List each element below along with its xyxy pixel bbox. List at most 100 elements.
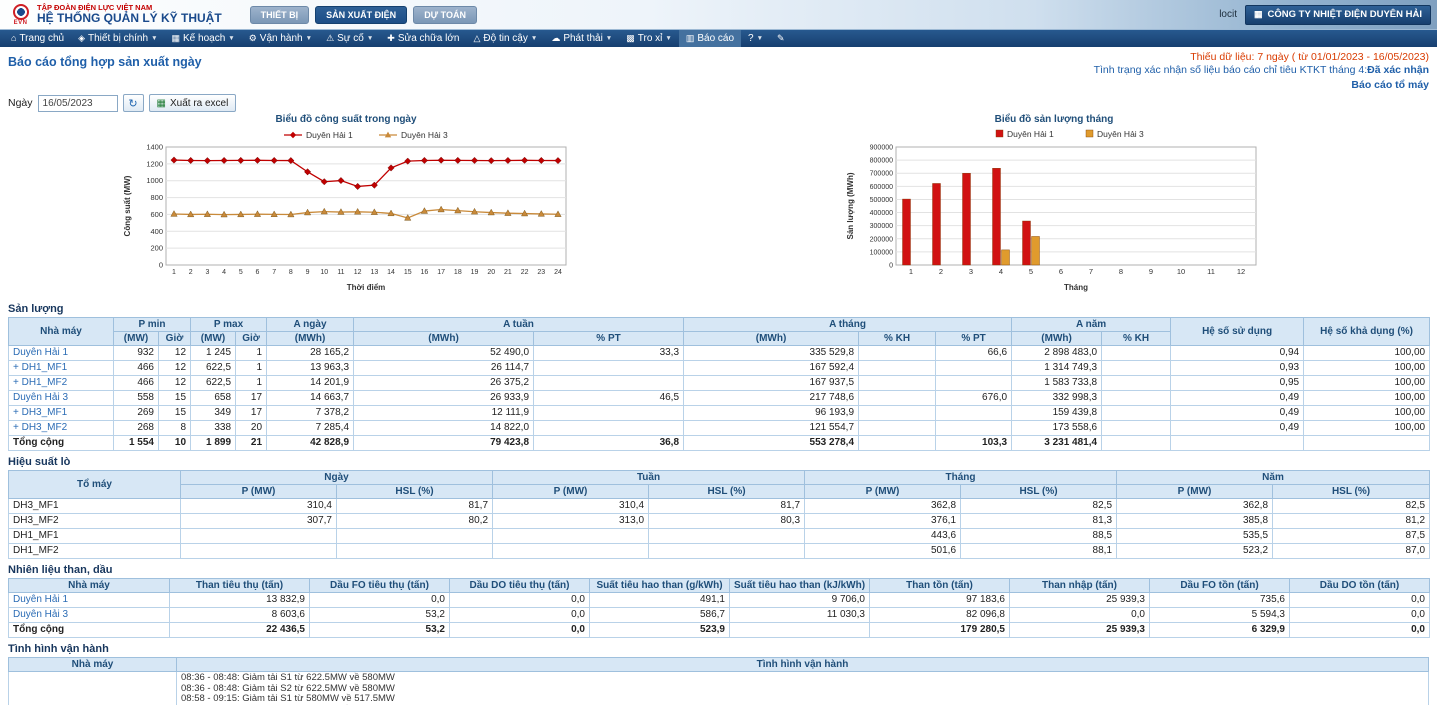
table-cell: 87,0	[1273, 544, 1430, 559]
col-subheader: P (MW)	[805, 485, 961, 499]
nav-item-b-o-c-o[interactable]: ▥Báo cáo	[679, 30, 741, 47]
nav-item--[interactable]: ?▼	[741, 30, 770, 47]
table-cell: 7 378,2	[267, 406, 354, 421]
table-cell: 0,0	[1010, 608, 1150, 623]
nav-item-ph-t-th-i[interactable]: ☁Phát thải▼	[544, 30, 619, 47]
company-button[interactable]: ▦ CÔNG TY NHIỆT ĐIỆN DUYÊN HẢI	[1245, 5, 1431, 25]
nav-item--tin-c-y[interactable]: △Độ tin cậy▼	[466, 30, 544, 47]
table-cell: 81,7	[337, 499, 493, 514]
refresh-button[interactable]: ↻	[123, 94, 144, 112]
nav-item-v-n-h-nh[interactable]: ⚙Vận hành▼	[242, 30, 319, 47]
table-row: DH1_MF2501,688,1523,287,0	[9, 544, 1430, 559]
chevron-down-icon: ▼	[531, 35, 537, 42]
table-cell: 0,49	[1171, 391, 1304, 406]
table-cell: 0,0	[450, 593, 590, 608]
table-cell: 173 558,6	[1012, 421, 1102, 436]
plant-link[interactable]: Duyên Hải 1	[9, 593, 170, 608]
table-cell: 81,2	[1273, 514, 1430, 529]
table-row: + DH3_MF22688338207 285,414 822,0121 554…	[9, 421, 1430, 436]
daily-power-chart-box: Biểu đồ công suất trong ngày 02004006008…	[120, 114, 572, 298]
plant-link[interactable]: + DH3_MF2	[9, 421, 114, 436]
col-header: Suất tiêu hao than (g/kWh)	[590, 579, 730, 593]
col-header: Hệ số khả dụng (%)	[1304, 318, 1430, 346]
nav-item-trang-ch-[interactable]: ⌂Trang chủ	[4, 30, 71, 47]
svg-text:21: 21	[504, 269, 512, 276]
incident-icon: ⚠	[326, 34, 334, 43]
nav-item-label: Kế hoạch	[183, 33, 225, 44]
svg-text:16: 16	[421, 269, 429, 276]
unit-report-link[interactable]: Báo cáo tổ máy	[1094, 79, 1429, 92]
nav-item-s-c-[interactable]: ⚠Sự cố▼	[319, 30, 380, 47]
app-header: EVN TẬP ĐOÀN ĐIỆN LỰC VIỆT NAM HỆ THỐNG …	[0, 0, 1437, 30]
plant-link[interactable]: + DH1_MF2	[9, 376, 114, 391]
svg-text:5: 5	[239, 269, 243, 276]
table-cell: 21	[236, 436, 267, 451]
tab-thiet-bi[interactable]: THIẾT BỊ	[250, 6, 310, 24]
tab-du-toan[interactable]: DỰ TOÁN	[413, 6, 477, 24]
table-cell	[1102, 346, 1171, 361]
plant-link[interactable]: Duyên Hải 3	[9, 608, 170, 623]
tab-san-xuat-dien[interactable]: SẢN XUẤT ĐIỆN	[315, 6, 407, 24]
row-label: DH3_MF1	[9, 499, 181, 514]
svg-text:10: 10	[1177, 267, 1185, 276]
chevron-down-icon: ▼	[228, 35, 234, 42]
nav-item-k-ho-ch[interactable]: ▦Kế hoạch▼	[165, 30, 242, 47]
table-cell	[1102, 421, 1171, 436]
col-subheader: HSL (%)	[649, 485, 805, 499]
table-cell: 80,2	[337, 514, 493, 529]
table-cell	[859, 421, 936, 436]
table-cell: 26 375,2	[354, 376, 534, 391]
main-nav: ⌂Trang chủ◈Thiết bị chính▼▦Kế hoạch▼⚙Vận…	[0, 30, 1437, 47]
table-cell: 376,1	[805, 514, 961, 529]
plant-link[interactable]: Duyên Hải 3	[9, 391, 114, 406]
svg-text:600: 600	[150, 210, 163, 219]
chevron-down-icon: ▼	[151, 35, 157, 42]
table-cell: 15	[159, 406, 191, 421]
table-cell	[1102, 391, 1171, 406]
nav-item-label: Vận hành	[260, 33, 303, 44]
nav-item-label: Báo cáo	[697, 33, 734, 44]
table-cell	[493, 544, 649, 559]
export-excel-button[interactable]: ▦ Xuất ra excel	[149, 94, 237, 112]
col-subheader: (MWh)	[684, 332, 859, 346]
export-excel-label: Xuất ra excel	[170, 98, 228, 109]
table-cell: 1	[236, 361, 267, 376]
col-header: Suất tiêu hao than (kJ/kWh)	[730, 579, 870, 593]
table-cell: 82 096,8	[870, 608, 1010, 623]
operations-table: Nhà máy Tình hình vận hành 08:36 - 08:48…	[8, 657, 1429, 705]
col-subheader: HSL (%)	[1273, 485, 1430, 499]
confirm-status-value: Đã xác nhận	[1367, 64, 1429, 76]
svg-text:20: 20	[487, 269, 495, 276]
table-cell: 443,6	[805, 529, 961, 544]
plant-link[interactable]: + DH1_MF1	[9, 361, 114, 376]
svg-text:Công suất (MW): Công suất (MW)	[123, 175, 132, 236]
col-subheader: (MWh)	[354, 332, 534, 346]
svg-text:700000: 700000	[870, 171, 893, 178]
table-cell: 310,4	[493, 499, 649, 514]
table-cell: 0,0	[1290, 608, 1430, 623]
table-cell	[337, 529, 493, 544]
nav-item-thi-t-b-ch-nh[interactable]: ◈Thiết bị chính▼	[71, 30, 164, 47]
app-identity: TẬP ĐOÀN ĐIỆN LỰC VIỆT NAM HỆ THỐNG QUẢN…	[34, 4, 222, 25]
table-cell: 1	[236, 376, 267, 391]
row-label: DH3_MF2	[9, 514, 181, 529]
table-cell: 622,5	[191, 376, 236, 391]
nav-item-s-a-ch-a-l-n[interactable]: ✚Sửa chữa lớn	[380, 30, 466, 47]
nav-item-tro-x-[interactable]: ▩Tro xỉ▼	[619, 30, 679, 47]
row-label: DH1_MF2	[9, 544, 181, 559]
svg-text:1000: 1000	[146, 176, 163, 185]
table-cell: 12 111,9	[354, 406, 534, 421]
plant-link[interactable]: Duyên Hải 1	[9, 346, 114, 361]
table-cell: 82,5	[961, 499, 1117, 514]
svg-text:400: 400	[150, 227, 163, 236]
svg-text:400000: 400000	[870, 210, 893, 217]
nav-item-pencil[interactable]: ✎	[770, 30, 792, 47]
date-input[interactable]	[38, 95, 118, 112]
col-header: A tháng	[684, 318, 1012, 332]
nav-item-label: Phát thải	[563, 33, 602, 44]
plant-link[interactable]: + DH3_MF1	[9, 406, 114, 421]
col-subheader: P (MW)	[493, 485, 649, 499]
operation-events-cell: 08:36 - 08:48: Giảm tải S1 từ 622.5MW về…	[177, 672, 1429, 705]
table-cell: 53,2	[310, 623, 450, 638]
col-header: Tuần	[493, 471, 805, 485]
